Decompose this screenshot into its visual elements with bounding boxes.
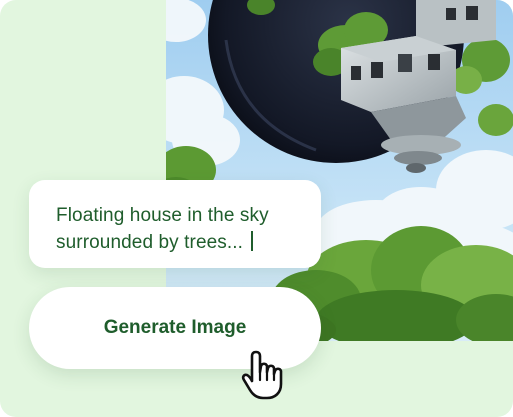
promo-card: Floating house in the sky surrounded by … [0,0,513,417]
hand-pointer-icon [241,350,283,400]
prompt-text: Floating house in the sky surrounded by … [56,205,269,253]
prompt-input[interactable]: Floating house in the sky surrounded by … [29,180,321,268]
text-caret [251,231,253,251]
